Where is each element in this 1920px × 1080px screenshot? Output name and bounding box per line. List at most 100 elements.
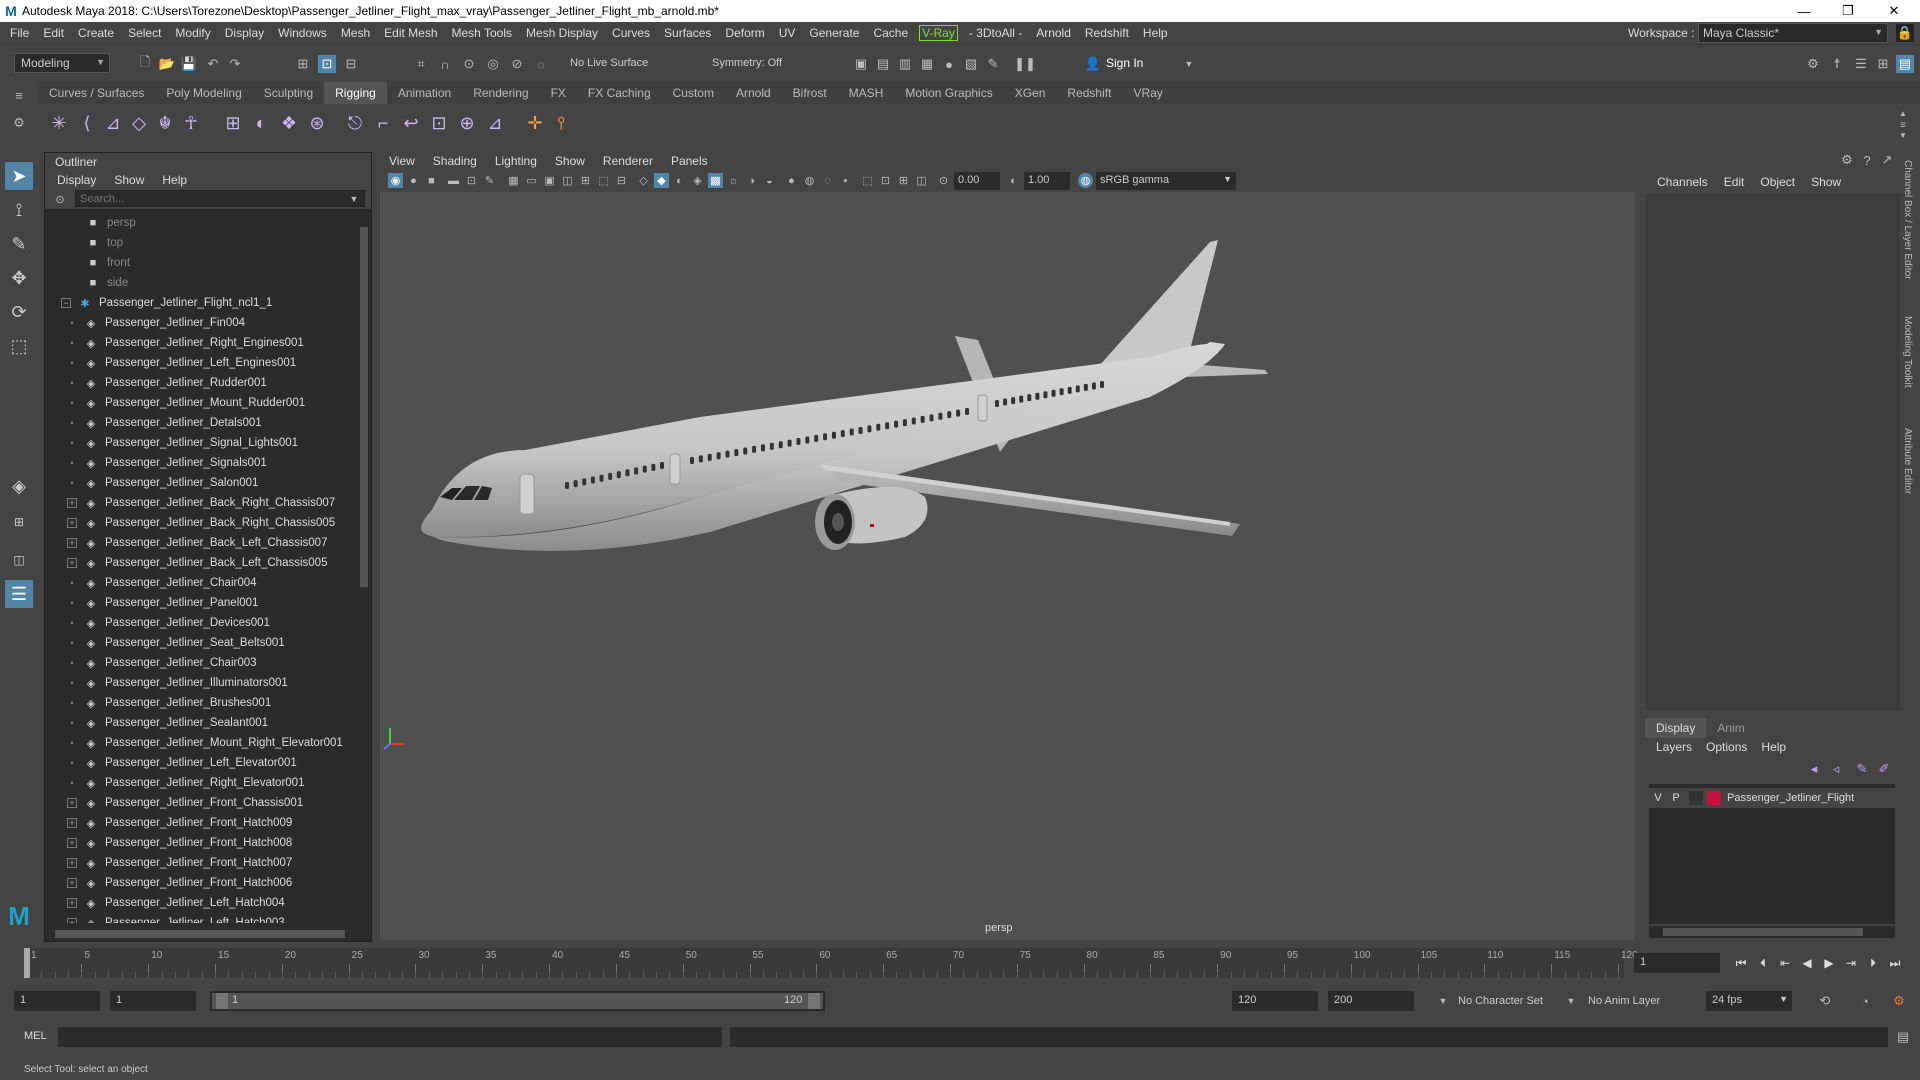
shelf-tab-mash[interactable]: MASH [838,82,895,104]
step-back-key-icon[interactable]: ⇤ [1774,956,1796,972]
menu-mesh[interactable]: Mesh [334,26,377,40]
layer-menu-help[interactable]: Help [1754,740,1793,754]
paint-weights-icon[interactable]: ◐ [248,110,274,136]
script-editor-icon[interactable]: ▤ [1894,1028,1912,1046]
shelf-tab-rendering[interactable]: Rendering [462,82,539,104]
viewport-menu-shading[interactable]: Shading [424,154,486,168]
snap-to-view-plane-icon[interactable]: ◎ [484,55,502,73]
create-empty-layer-icon[interactable]: ✎ [1853,760,1871,778]
layer-playback-toggle[interactable]: P [1667,792,1685,804]
outliner-item-passenger-jetliner-signals001[interactable]: • ◈ Passenger_Jetliner_Signals001 [45,453,361,473]
outliner-item-passenger-jetliner-left-engines001[interactable]: • ◈ Passenger_Jetliner_Left_Engines001 [45,353,361,373]
outliner-item-passenger-jetliner-front-hatch006[interactable]: + ◈ Passenger_Jetliner_Front_Hatch006 [45,873,361,893]
render-view-icon[interactable]: ▣ [852,55,870,73]
live-surface-label[interactable]: No Live Surface [570,57,648,69]
chevron-down-icon[interactable]: ▼ [345,190,363,208]
viewport-menu-lighting[interactable]: Lighting [486,154,546,168]
persp-outliner-icon[interactable]: ◫ [5,546,33,574]
shelf-tab-vray[interactable]: VRay [1122,82,1173,104]
go-to-start-icon[interactable]: ⏮ [1730,956,1752,972]
gamma-icon[interactable]: ◐ [1006,173,1021,188]
outliner-item-passenger-jetliner-back-left-chassis007[interactable]: + ◈ Passenger_Jetliner_Back_Left_Chassis00… [45,533,361,553]
layer-horizontal-scrollbar[interactable] [1649,926,1895,938]
select-tool-icon[interactable]: ➤ [5,162,33,190]
gear-icon[interactable]: ⚙ [10,114,28,132]
expand-icon[interactable]: + [67,878,77,888]
outliner-item-passenger-jetliner-front-chassis001[interactable]: + ◈ Passenger_Jetliner_Front_Chassis001 [45,793,361,813]
snap-to-surface-icon[interactable]: ⊘ [508,55,526,73]
expand-icon[interactable]: + [67,898,77,908]
animation-preferences-icon[interactable]: ⚙ [1890,992,1908,1010]
chevron-down-icon[interactable]: ▼ [1180,55,1198,73]
time-slider-bar[interactable]: 1 5 10 15 20 25 30 35 40 45 50 55 60 65 70 75 80 85 90 95 10… [24,948,1638,978]
minimize-button[interactable]: — [1782,0,1826,22]
menu-vray[interactable]: V-Ray [919,25,958,41]
menu-3dtoall[interactable]: - 3DtoAll - [962,26,1029,40]
modeling-toolkit-icon[interactable]: ⚙ [1804,55,1822,73]
command-language-label[interactable]: MEL [24,1030,47,1042]
orient-constraint-icon[interactable]: ⊕ [454,110,480,136]
search-icon[interactable]: ⊙ [51,190,69,208]
animation-start-field[interactable]: 1 [14,991,100,1011]
bind-skin-icon[interactable]: ⊞ [220,110,246,136]
help-icon[interactable]: ? [1859,152,1875,168]
aim-constraint-icon[interactable]: ⊿ [482,110,508,136]
outliner-menu-help[interactable]: Help [162,173,187,187]
grease-pencil-icon[interactable]: ✎ [482,173,497,188]
expand-icon[interactable]: + [67,838,77,848]
rotate-tool-icon[interactable]: ⟳ [5,298,33,326]
pole-vector-icon[interactable]: ⫯ [548,110,574,136]
wireframe-icon[interactable]: ◇ [636,173,651,188]
outliner-item-passenger-jetliner-back-right-chassis005[interactable]: + ◈ Passenger_Jetliner_Back_Right_Chassis0… [45,513,361,533]
outliner-item-passenger-jetliner-mount-right-elevator001[interactable]: • ◈ Passenger_Jetliner_Mount_Right_Elevato… [45,733,361,753]
range-slider-fill[interactable] [212,993,823,1009]
light-editor-icon[interactable]: ✎ [984,55,1002,73]
shelf-tab-bifrost[interactable]: Bifrost [782,82,838,104]
save-scene-icon[interactable]: 💾 [180,55,198,73]
gamma-field[interactable]: 1.00 [1024,172,1070,190]
render-setup-icon[interactable]: ▧ [962,55,980,73]
textured-icon[interactable]: ▩ [708,173,723,188]
outliner-search-input[interactable] [75,190,365,207]
render-frame-icon[interactable]: ▤ [874,55,892,73]
outliner-item-passenger-jetliner-front-hatch007[interactable]: + ◈ Passenger_Jetliner_Front_Hatch007 [45,853,361,873]
shelf-tab-xgen[interactable]: XGen [1004,82,1057,104]
backface-culling-icon[interactable]: ◫ [914,173,929,188]
outliner-layout-icon[interactable]: ☰ [5,580,33,608]
shadows-icon[interactable]: ◑ [744,173,759,188]
exposure-icon[interactable]: ⊙ [936,173,951,188]
expand-icon[interactable]: + [67,498,77,508]
select-by-component-icon[interactable]: ⊟ [342,55,360,73]
menu-help[interactable]: Help [1136,26,1175,40]
outliner-item-camera-front[interactable]: ■ front [45,253,361,273]
2d-pan-zoom-icon[interactable]: ⊡ [464,173,479,188]
outliner-vertical-scrollbar[interactable] [359,215,369,915]
shelf-tab-arnold[interactable]: Arnold [725,82,782,104]
menu-edit[interactable]: Edit [36,26,71,40]
film-gate-icon[interactable]: ▭ [524,173,539,188]
viewport-menu-view[interactable]: View [380,154,424,168]
select-by-object-icon[interactable]: ⊡ [318,55,336,73]
orient-joint-icon[interactable]: ◇ [126,110,152,136]
layer-tab-anim[interactable]: Anim [1706,721,1755,735]
multisample-aa-icon[interactable]: ◍ [802,173,817,188]
menu-surfaces[interactable]: Surfaces [657,26,718,40]
outliner-item-passenger-jetliner-detals001[interactable]: • ◈ Passenger_Jetliner_Detals001 [45,413,361,433]
outliner-item-passenger-jetliner-left-hatch004[interactable]: + ◈ Passenger_Jetliner_Left_Hatch004 [45,893,361,913]
screen-space-ao-icon[interactable]: ◒ [762,173,777,188]
field-chart-icon[interactable]: ⊞ [578,173,593,188]
layer-type-toggle[interactable] [1689,791,1703,805]
shelf-tab-curves-surfaces[interactable]: Curves / Surfaces [38,82,155,104]
create-layer-from-selected-icon[interactable]: ✐ [1875,760,1893,778]
outliner-item-passenger-jetliner-front-hatch009[interactable]: + ◈ Passenger_Jetliner_Front_Hatch009 [45,813,361,833]
character-controls-icon[interactable]: ☨ [1828,55,1846,73]
lasso-tool-icon[interactable]: ⟟ [5,196,33,224]
gate-mask-icon[interactable]: ◫ [560,173,575,188]
menu-mesh-tools[interactable]: Mesh Tools [445,26,519,40]
move-layer-up-icon[interactable]: ◂ [1805,760,1823,778]
channel-box-icon[interactable]: ▤ [1896,55,1914,73]
current-frame-marker[interactable] [24,948,30,978]
undo-icon[interactable]: ↶ [204,55,222,73]
menu-generate[interactable]: Generate [802,26,866,40]
maximize-button[interactable]: ❐ [1826,0,1870,22]
